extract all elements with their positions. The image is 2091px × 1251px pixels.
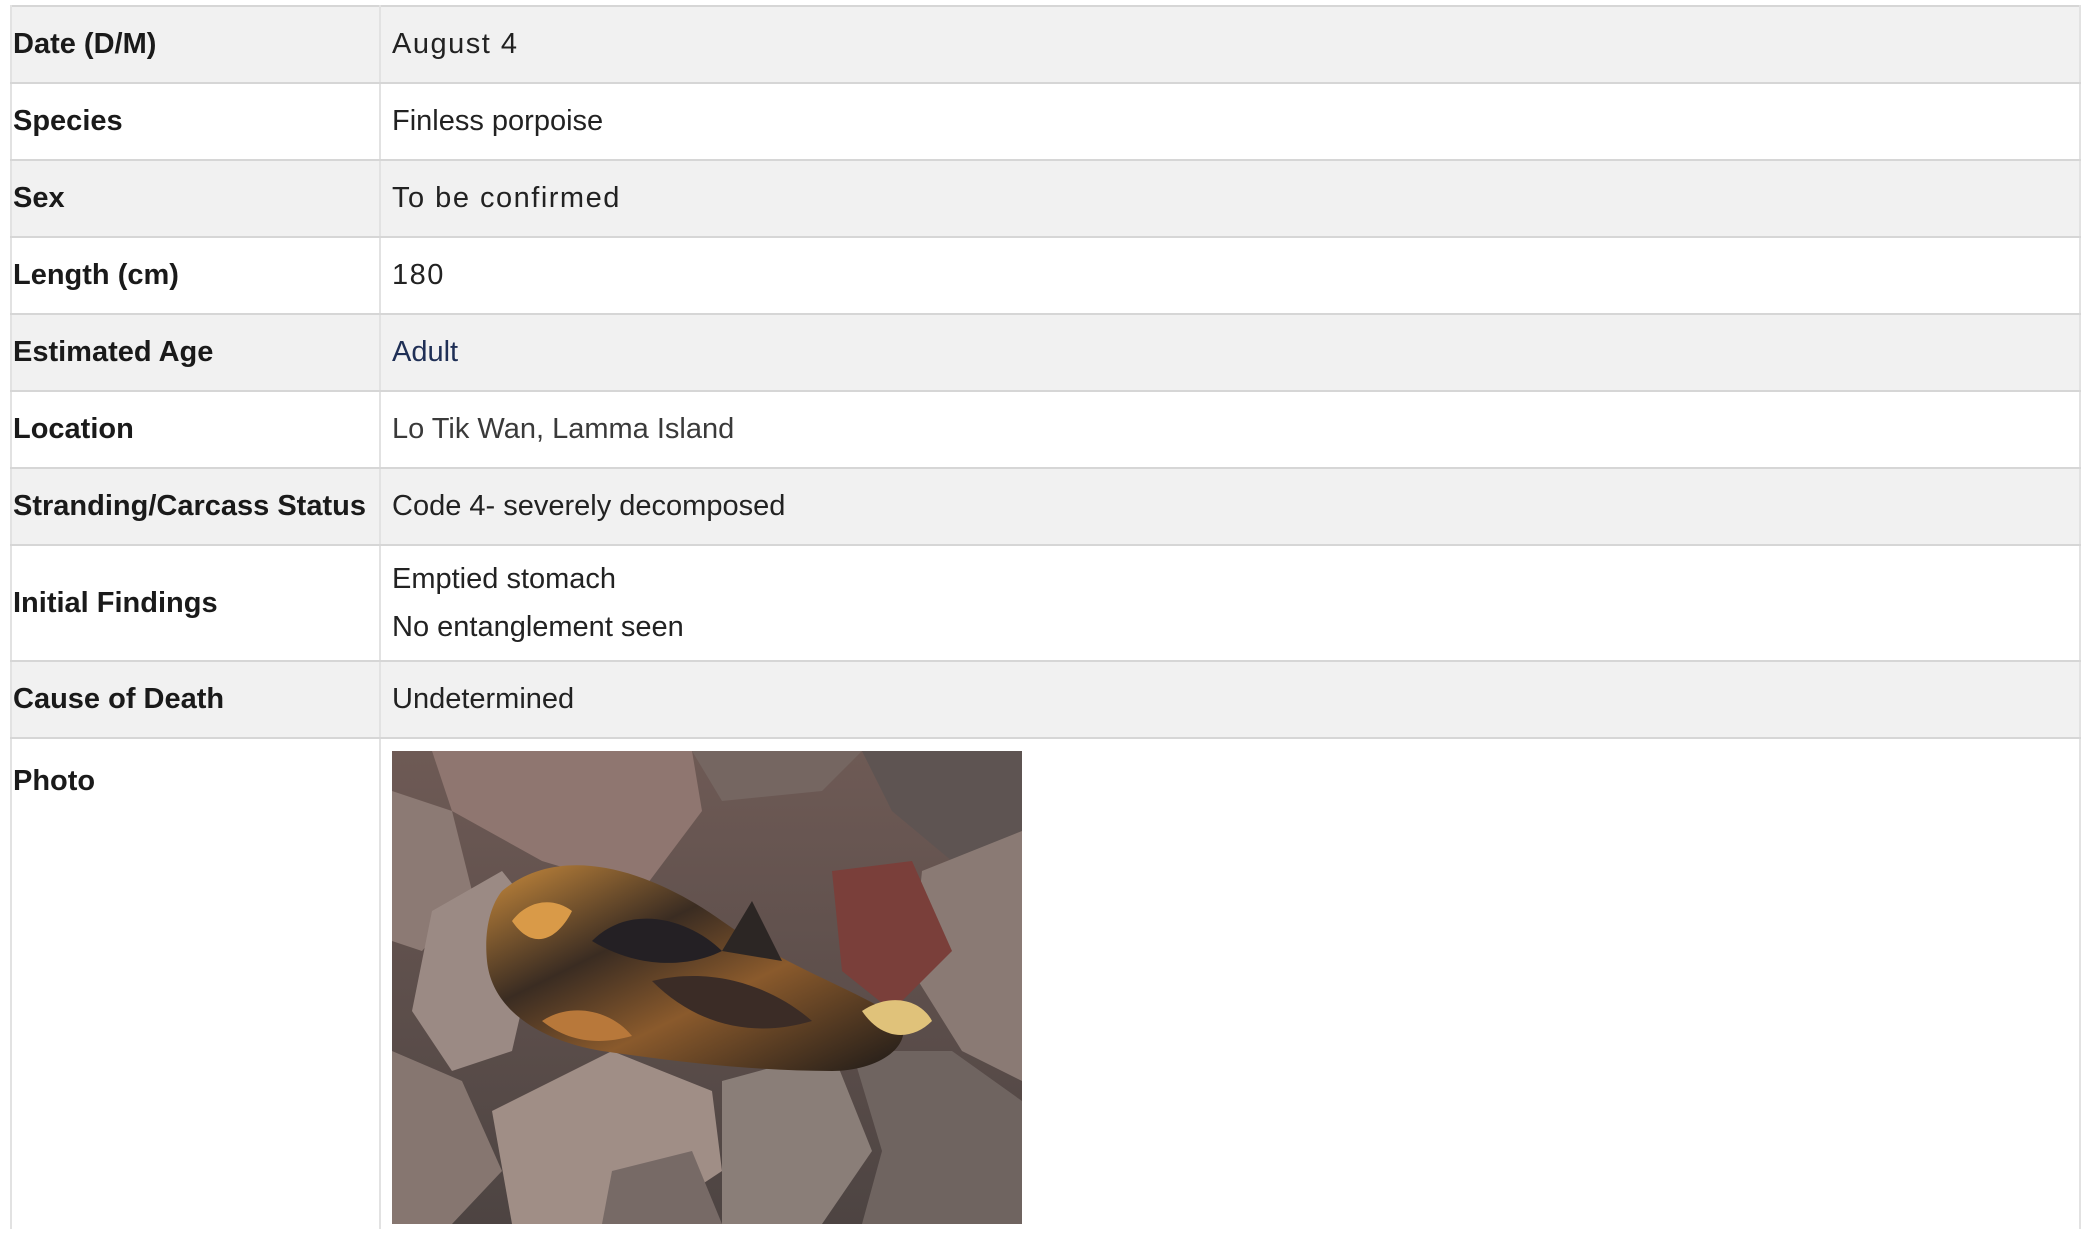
estimated-age-value: Adult <box>379 314 2081 392</box>
row-length: Length (cm) 180 <box>10 237 2081 315</box>
photo-label: Photo <box>10 738 381 1229</box>
row-initial-findings: Initial Findings Emptied stomach No enta… <box>10 545 2081 662</box>
cause-of-death-value: Undetermined <box>379 661 2081 739</box>
length-value: 180 <box>379 237 2081 315</box>
carcass-status-label: Stranding/Carcass Status <box>10 468 381 546</box>
length-label: Length (cm) <box>10 237 381 315</box>
row-location: Location Lo Tik Wan, Lamma Island <box>10 391 2081 469</box>
finding-line: No entanglement seen <box>392 611 684 643</box>
row-estimated-age: Estimated Age Adult <box>10 314 2081 392</box>
sex-label: Sex <box>10 160 381 238</box>
date-label: Date (D/M) <box>10 6 381 84</box>
row-photo: Photo <box>10 738 2081 1229</box>
finding-line: Emptied stomach <box>392 563 617 595</box>
species-label: Species <box>10 83 381 161</box>
carcass-status-value: Code 4- severely decomposed <box>379 468 2081 546</box>
row-sex: Sex To be confirmed <box>10 160 2081 238</box>
row-carcass-status: Stranding/Carcass Status Code 4- severel… <box>10 468 2081 546</box>
row-date: Date (D/M) August 4 <box>10 6 2081 84</box>
location-label: Location <box>10 391 381 469</box>
species-value: Finless porpoise <box>379 83 2081 161</box>
location-value: Lo Tik Wan, Lamma Island <box>379 391 2081 469</box>
row-cause-of-death: Cause of Death Undetermined <box>10 661 2081 739</box>
carcass-photo <box>392 751 1022 1224</box>
date-value: August 4 <box>379 6 2081 84</box>
row-species: Species Finless porpoise <box>10 83 2081 161</box>
estimated-age-label: Estimated Age <box>10 314 381 392</box>
stranding-record-table: Date (D/M) August 4 Species Finless porp… <box>10 5 2081 1229</box>
initial-findings-label: Initial Findings <box>10 545 381 662</box>
photo-cell <box>379 738 2081 1229</box>
cause-of-death-label: Cause of Death <box>10 661 381 739</box>
sex-value: To be confirmed <box>379 160 2081 238</box>
initial-findings-value: Emptied stomach No entanglement seen <box>379 545 2081 662</box>
